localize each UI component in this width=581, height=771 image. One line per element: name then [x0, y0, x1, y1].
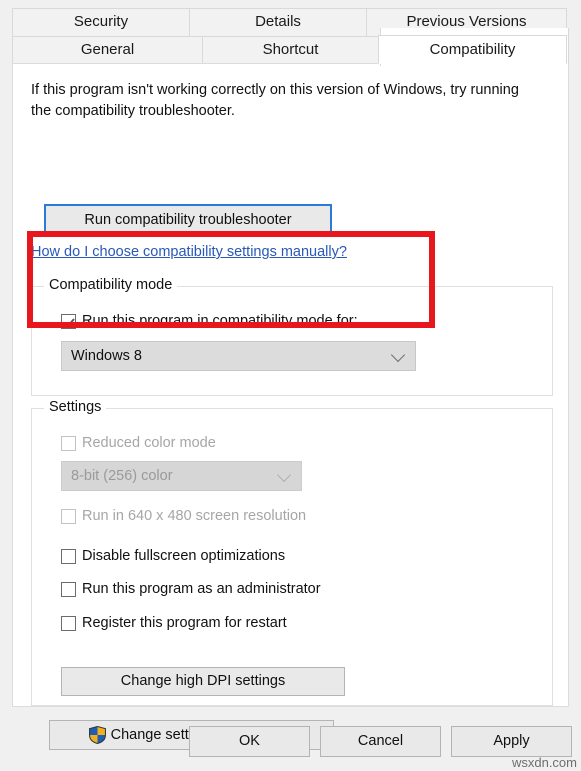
tab-row-bottom: General Shortcut Compatibility	[12, 35, 569, 64]
properties-dialog: Security Details Previous Versions Gener…	[0, 0, 581, 771]
disable-fullscreen-optimizations-checkbox-row[interactable]: Disable fullscreen optimizations	[61, 548, 285, 564]
run-as-administrator-label: Run this program as an administrator	[82, 581, 321, 597]
site-watermark: wsxdn.com	[511, 755, 577, 770]
low-resolution-checkbox	[61, 508, 76, 524]
run-compatibility-troubleshooter-button[interactable]: Run compatibility troubleshooter	[44, 204, 332, 234]
run-in-compatibility-mode-checkbox[interactable]	[61, 313, 76, 329]
apply-button[interactable]: Apply	[451, 726, 572, 757]
tab-strip: Security Details Previous Versions Gener…	[12, 8, 569, 66]
tab-security[interactable]: Security	[12, 8, 190, 36]
compatibility-mode-group: Compatibility mode Run this program in c…	[31, 277, 553, 396]
settings-group-title: Settings	[44, 399, 107, 415]
change-high-dpi-settings-button[interactable]: Change high DPI settings	[61, 667, 345, 696]
register-for-restart-checkbox[interactable]	[61, 615, 76, 631]
chevron-down-icon	[390, 347, 406, 363]
low-resolution-label: Run in 640 x 480 screen resolution	[82, 508, 307, 524]
register-for-restart-label: Register this program for restart	[82, 615, 287, 631]
compatibility-tab-panel: If this program isn't working correctly …	[12, 63, 569, 750]
intro-text: If this program isn't working correctly …	[31, 82, 519, 119]
cancel-button[interactable]: Cancel	[320, 726, 441, 757]
ok-button[interactable]: OK	[189, 726, 310, 757]
reduced-color-mode-label: Reduced color mode	[82, 435, 216, 451]
color-depth-dropdown: 8-bit (256) color	[61, 461, 302, 491]
compatibility-mode-group-title: Compatibility mode	[44, 277, 178, 293]
disable-fullscreen-optimizations-label: Disable fullscreen optimizations	[82, 548, 286, 564]
compatibility-os-value: Windows 8	[71, 348, 142, 364]
compatibility-os-dropdown[interactable]: Windows 8	[61, 341, 416, 371]
chevron-down-icon-disabled	[276, 467, 292, 483]
settings-group: Settings Reduced color mode 8-bit (256) …	[31, 399, 553, 706]
tab-general[interactable]: General	[12, 36, 203, 64]
run-as-administrator-checkbox[interactable]	[61, 581, 76, 597]
register-for-restart-checkbox-row[interactable]: Register this program for restart	[61, 615, 287, 631]
disable-fullscreen-optimizations-checkbox[interactable]	[61, 548, 76, 564]
tab-compatibility[interactable]: Compatibility	[378, 35, 567, 64]
color-depth-value: 8-bit (256) color	[71, 468, 173, 484]
tab-details[interactable]: Details	[189, 8, 367, 36]
reduced-color-mode-checkbox-row: Reduced color mode	[61, 435, 216, 451]
low-resolution-checkbox-row: Run in 640 x 480 screen resolution	[61, 508, 306, 524]
reduced-color-mode-checkbox	[61, 435, 76, 451]
tab-shortcut[interactable]: Shortcut	[202, 36, 379, 64]
uac-shield-icon	[88, 726, 106, 744]
compatibility-help-link[interactable]: How do I choose compatibility settings m…	[31, 244, 347, 260]
run-in-compatibility-mode-label: Run this program in compatibility mode f…	[82, 313, 358, 329]
run-in-compatibility-mode-checkbox-row[interactable]: Run this program in compatibility mode f…	[61, 313, 358, 329]
run-as-administrator-checkbox-row[interactable]: Run this program as an administrator	[61, 581, 321, 597]
